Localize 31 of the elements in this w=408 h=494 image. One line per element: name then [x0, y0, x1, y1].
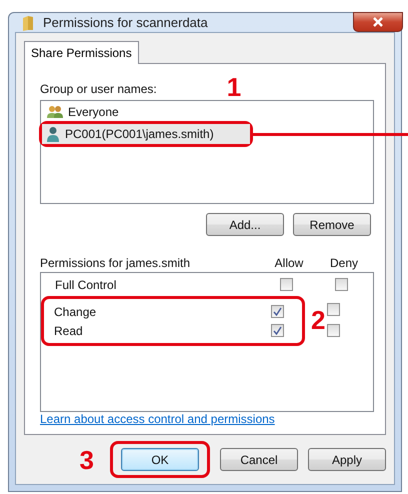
close-icon	[372, 17, 384, 27]
user-icon	[46, 126, 60, 142]
callout-number: 2	[311, 307, 326, 334]
permission-name: Full Control	[55, 278, 118, 292]
column-header: Allow	[274, 256, 304, 270]
tab[interactable]: Share Permissions	[24, 41, 139, 64]
group-icon	[47, 105, 63, 119]
allow-checkbox[interactable]	[270, 324, 284, 338]
folder-icon	[21, 14, 35, 30]
deny-checkbox[interactable]	[327, 303, 340, 316]
user-button[interactable]: Add...	[206, 213, 284, 236]
column-header: Deny	[328, 256, 359, 270]
dialog-button[interactable]: OK	[121, 448, 199, 471]
user-button[interactable]: Remove	[293, 213, 371, 236]
permissions-label: Permissions for james.smith	[40, 256, 192, 270]
users-label: Group or user names:	[40, 82, 157, 96]
permission-name: Change	[54, 304, 98, 319]
window-title: Permissions for scannerdata	[43, 15, 208, 30]
allow-checkbox[interactable]	[270, 305, 284, 318]
deny-checkbox[interactable]	[334, 278, 348, 292]
help-link[interactable]: Learn about access control and permissions	[40, 412, 374, 426]
close-button[interactable]	[353, 12, 403, 32]
allow-checkbox[interactable]	[280, 278, 292, 292]
dialog-button[interactable]: Apply	[308, 448, 386, 471]
dialog-button[interactable]: Cancel	[220, 448, 298, 471]
permission-name: Read	[54, 324, 84, 338]
user-list-item[interactable]: PC001(PC001\james.smith)	[42, 124, 250, 144]
callout-number: 1	[226, 74, 242, 100]
user-list-item[interactable]: Everyone	[43, 103, 371, 121]
callout-number: 3	[80, 446, 94, 472]
deny-checkbox[interactable]	[327, 324, 340, 338]
